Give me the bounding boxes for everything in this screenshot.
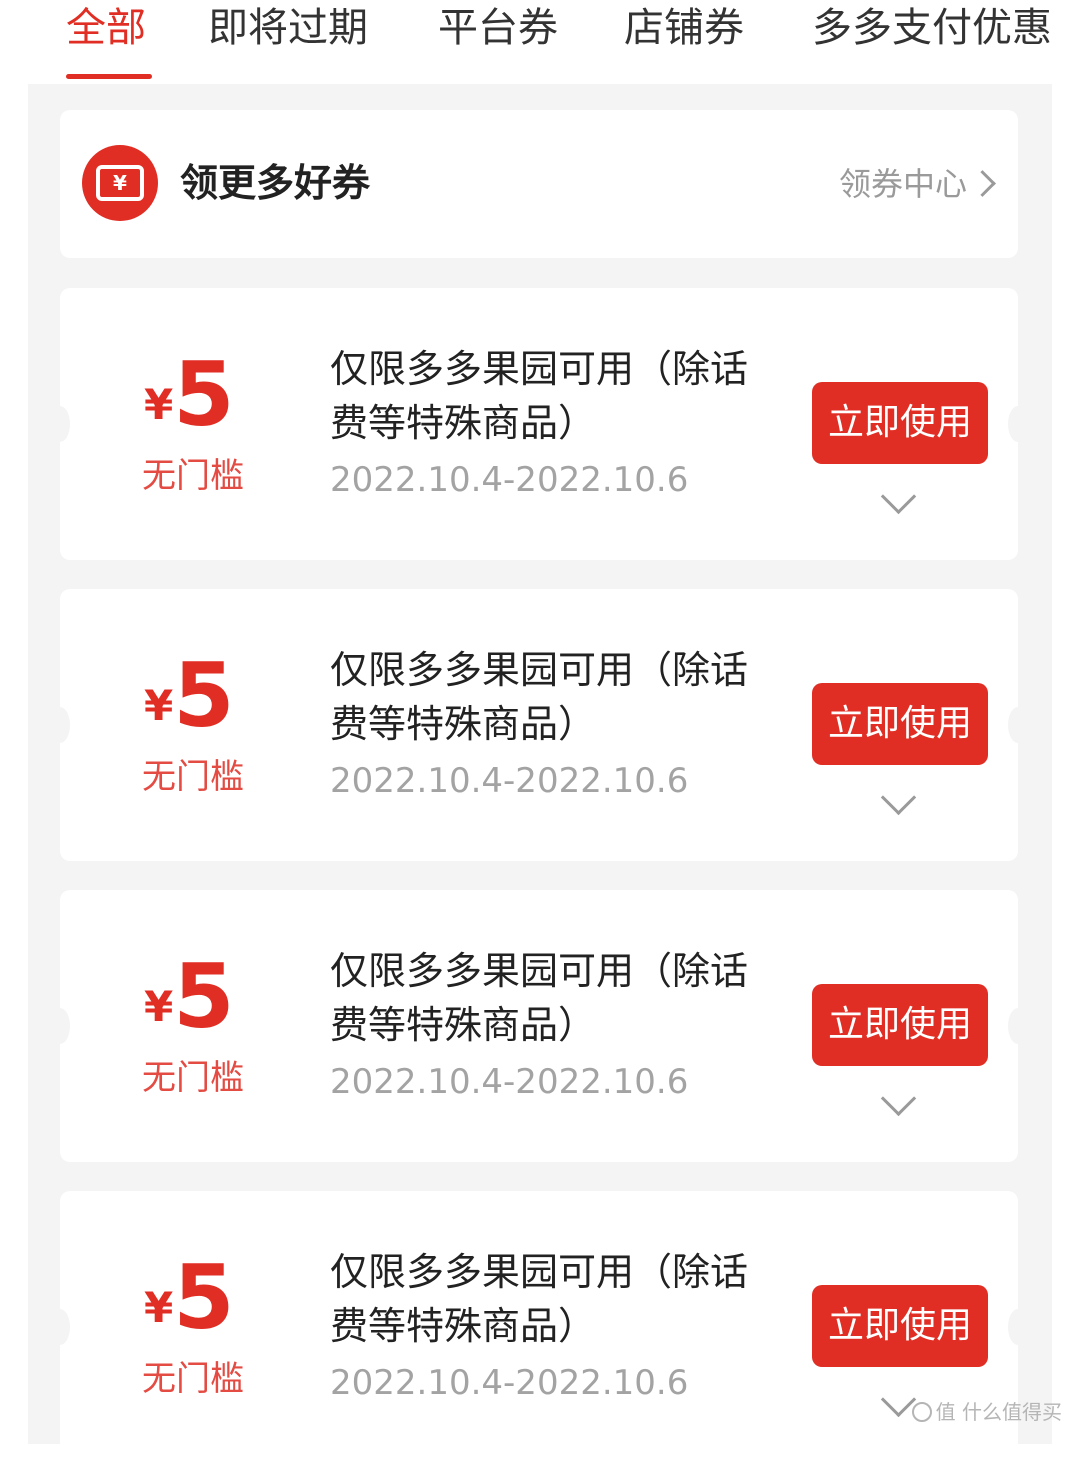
coupon-description: 仅限多多果园可用（除话费等特殊商品） <box>330 1250 749 1348</box>
ticket-notch-left <box>50 707 70 743</box>
tab-platform-coupons[interactable]: 平台券 <box>438 4 558 52</box>
coupon-validity-dates: 2022.10.4-2022.10.6 <box>330 460 689 500</box>
ticket-notch-left <box>50 406 70 442</box>
use-now-button[interactable]: 立即使用 <box>812 1285 988 1367</box>
coupon-threshold: 无门槛 <box>142 1359 244 1399</box>
amount-value: 5 <box>173 945 235 1048</box>
ticket-glyph: ¥ <box>96 165 144 201</box>
coupon-description: 仅限多多果园可用（除话费等特殊商品） <box>330 648 749 746</box>
ticket-notch-left <box>50 1008 70 1044</box>
coupon-card: ¥5 无门槛 仅限多多果园可用（除话费等特殊商品） 2022.10.4-2022… <box>50 589 1028 861</box>
ticket-notch-right <box>1008 1309 1028 1345</box>
coupon-threshold: 无门槛 <box>142 1058 244 1098</box>
more-coupons-banner[interactable]: ¥ 领更多好券 领券中心 <box>60 110 1018 258</box>
tab-store-coupons[interactable]: 店铺券 <box>624 4 744 52</box>
chevron-down-icon[interactable] <box>880 478 917 515</box>
watermark: 值 什么值得买 <box>911 1399 1062 1425</box>
coupon-description: 仅限多多果园可用（除话费等特殊商品） <box>330 347 749 445</box>
coupon-amount: ¥5 <box>144 651 254 741</box>
chevron-down-icon[interactable] <box>880 1080 917 1117</box>
coupon-amount: ¥5 <box>144 1253 254 1343</box>
tab-duoduo-pay-discount[interactable]: 多多支付优惠 <box>812 4 1052 52</box>
ticket-notch-right <box>1008 406 1028 442</box>
use-now-button[interactable]: 立即使用 <box>812 683 988 765</box>
banner-title: 领更多好券 <box>180 161 371 205</box>
coupon-tab-bar: 全部 即将过期 平台券 店铺券 多多支付优惠 <box>0 0 1080 82</box>
currency-symbol: ¥ <box>144 982 174 1031</box>
ticket-notch-right <box>1008 707 1028 743</box>
tab-all[interactable]: 全部 <box>66 4 146 52</box>
coupon-amount: ¥5 <box>144 952 254 1042</box>
active-tab-indicator <box>66 74 152 79</box>
ticket-notch-left <box>50 1309 70 1345</box>
chevron-down-icon[interactable] <box>880 779 917 816</box>
tab-expiring-soon[interactable]: 即将过期 <box>208 4 368 52</box>
coupon-description: 仅限多多果园可用（除话费等特殊商品） <box>330 949 749 1047</box>
use-now-button[interactable]: 立即使用 <box>812 984 988 1066</box>
coupon-amount: ¥5 <box>144 350 254 440</box>
coupon-validity-dates: 2022.10.4-2022.10.6 <box>330 761 689 801</box>
currency-symbol: ¥ <box>144 1283 174 1332</box>
coupon-center-label: 领券中心 <box>838 165 967 203</box>
ticket-icon: ¥ <box>82 145 158 221</box>
coupon-card: ¥5 无门槛 仅限多多果园可用（除话费等特殊商品） 2022.10.4-2022… <box>50 890 1028 1162</box>
amount-value: 5 <box>173 644 235 747</box>
coupon-center-link[interactable]: 领券中心 <box>839 162 998 206</box>
coupon-threshold: 无门槛 <box>142 757 244 797</box>
coupon-card: ¥5 无门槛 仅限多多果园可用（除话费等特殊商品） 2022.10.4-2022… <box>50 288 1028 560</box>
currency-symbol: ¥ <box>144 681 174 730</box>
coupon-threshold: 无门槛 <box>142 456 244 496</box>
amount-value: 5 <box>173 1246 235 1349</box>
chevron-right-icon <box>969 170 996 197</box>
watermark-text: 值 什么值得买 <box>935 1400 1062 1424</box>
amount-value: 5 <box>173 343 235 446</box>
currency-symbol: ¥ <box>144 380 174 429</box>
coupon-card: ¥5 无门槛 仅限多多果园可用（除话费等特殊商品） 2022.10.4-2022… <box>50 1191 1028 1463</box>
use-now-button[interactable]: 立即使用 <box>812 382 988 464</box>
watermark-logo-icon <box>911 1402 932 1422</box>
coupon-validity-dates: 2022.10.4-2022.10.6 <box>330 1363 689 1403</box>
ticket-notch-right <box>1008 1008 1028 1044</box>
coupon-validity-dates: 2022.10.4-2022.10.6 <box>330 1062 689 1102</box>
